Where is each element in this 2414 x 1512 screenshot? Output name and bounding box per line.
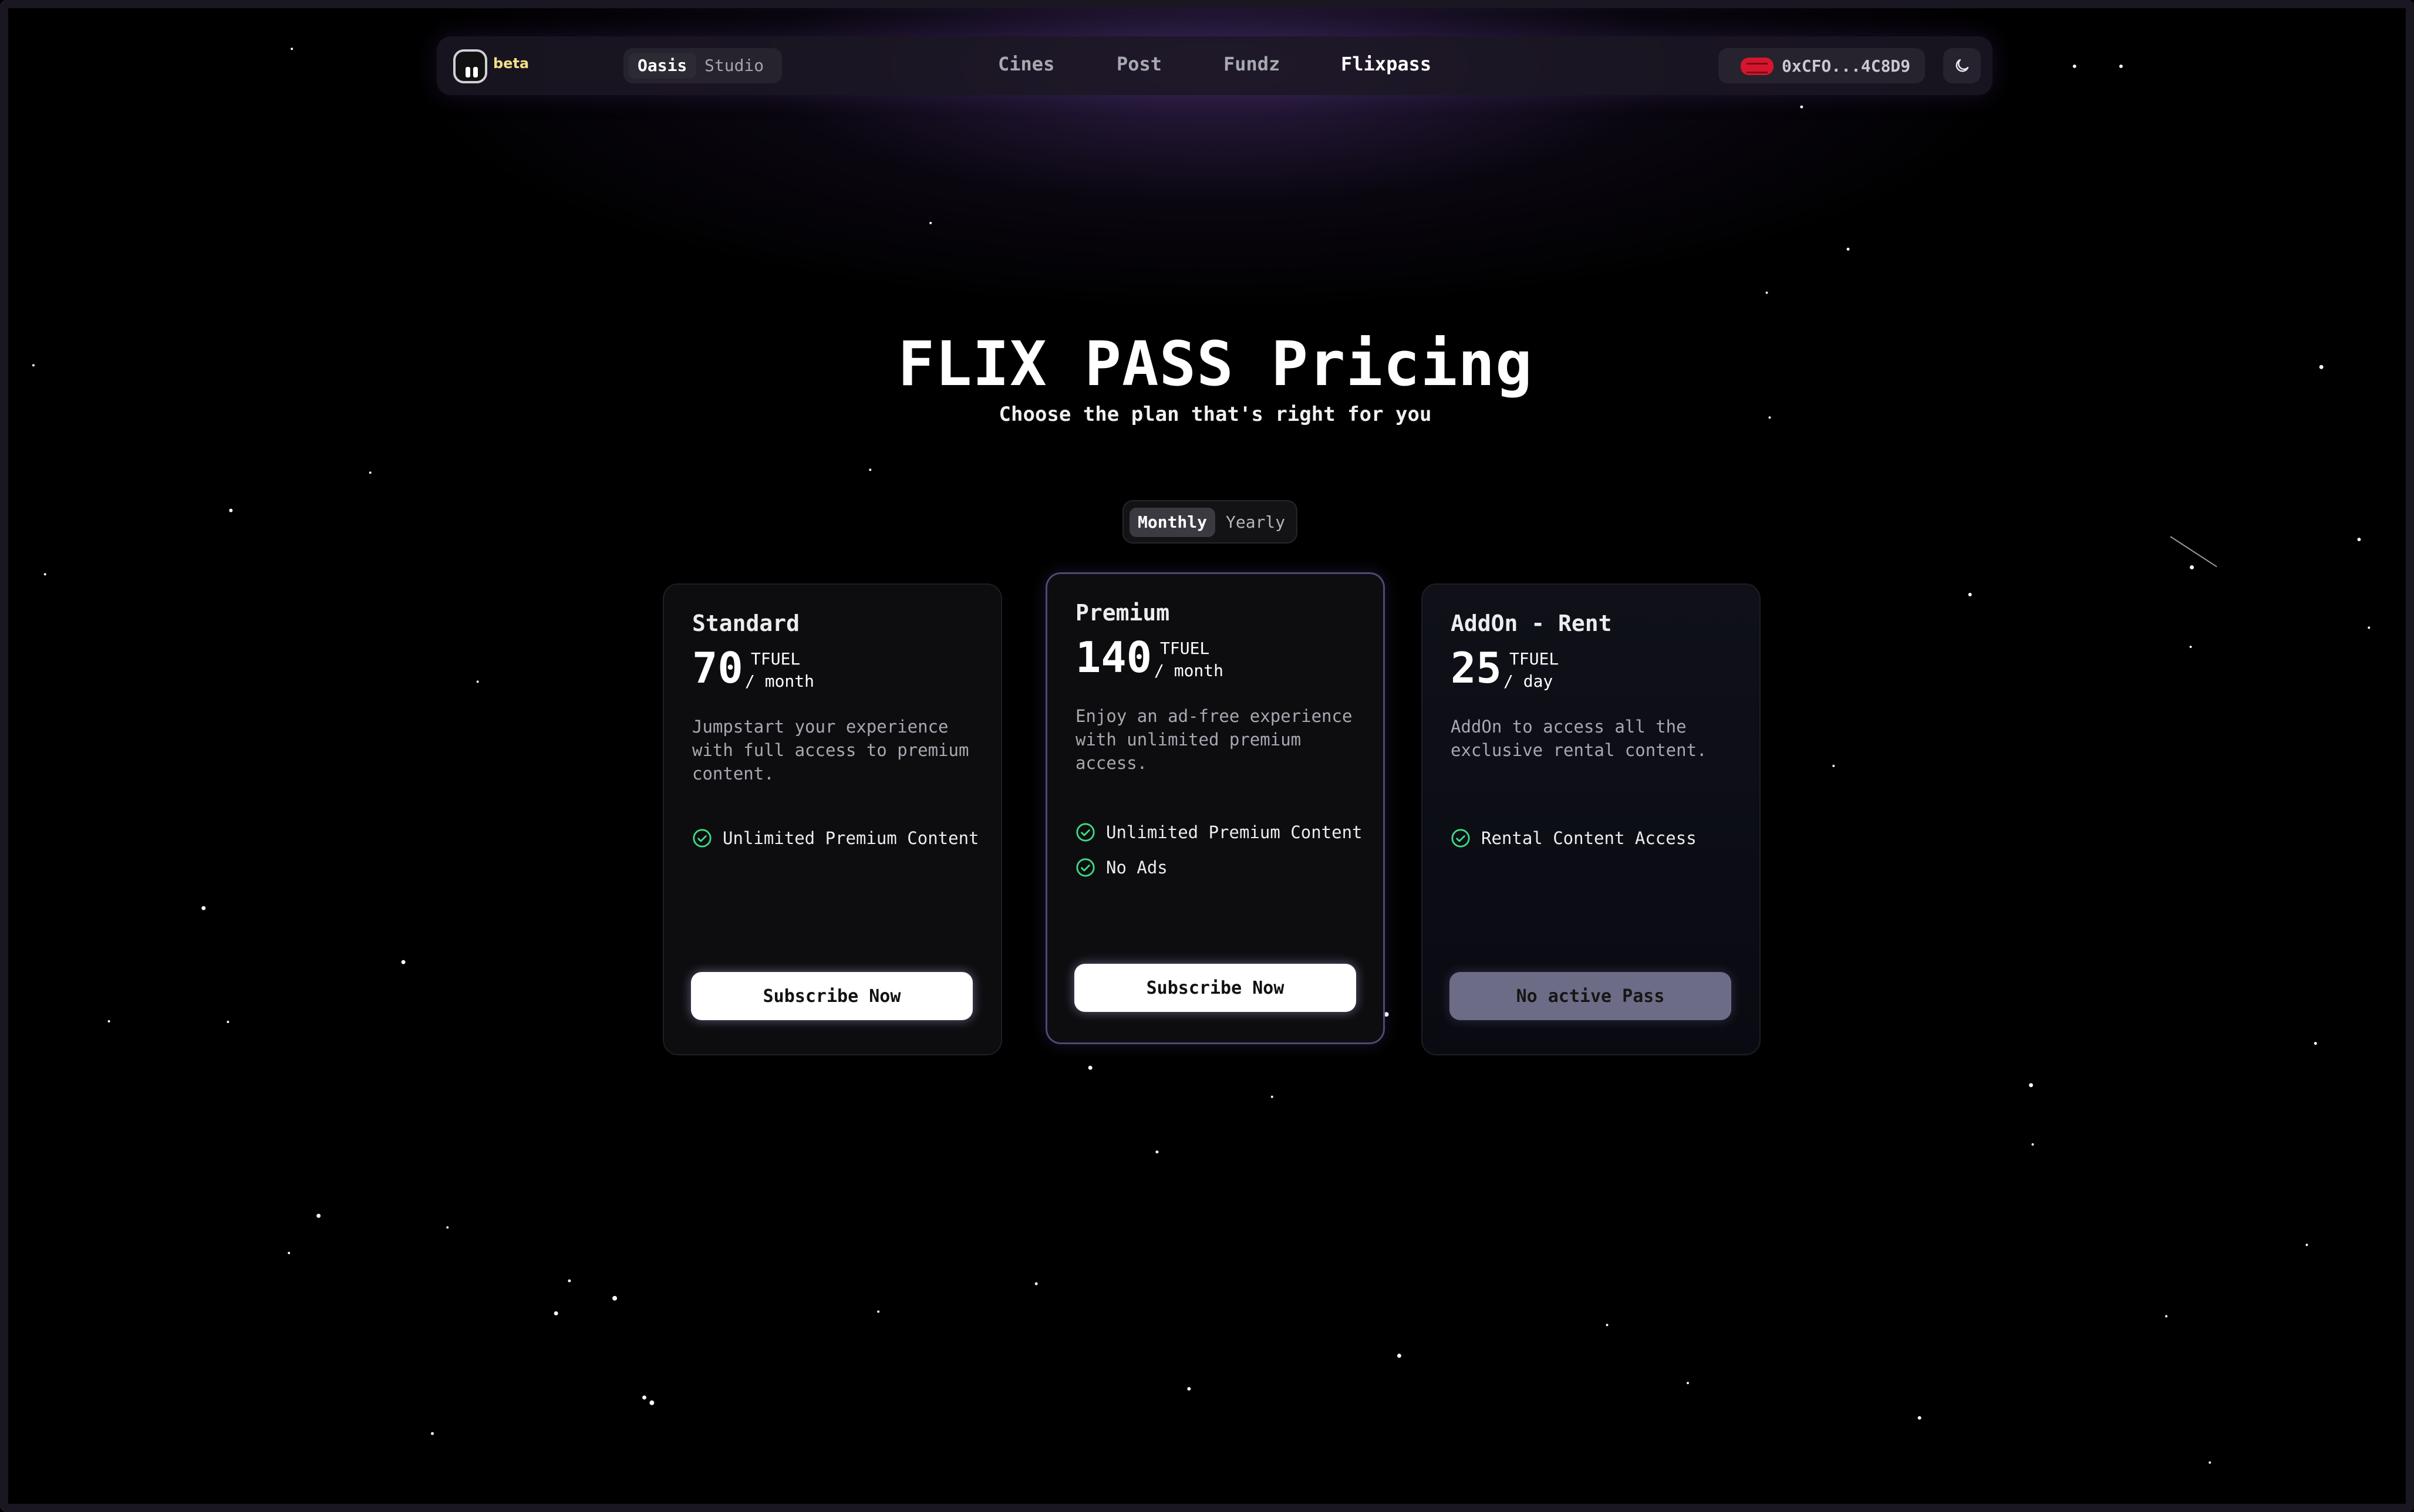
check-circle-icon [1076, 858, 1095, 877]
plan-feature: Unlimited Premium Content [692, 826, 979, 850]
mode-studio[interactable]: Studio [695, 53, 773, 79]
check-circle-icon [1451, 829, 1470, 848]
nav-link-flixpass[interactable]: Flixpass [1341, 53, 1431, 75]
plan-price: 140 [1075, 633, 1152, 682]
beta-badge: beta [493, 55, 530, 72]
app-logo[interactable] [453, 49, 487, 83]
plan-period: / day [1503, 671, 1553, 691]
plan-currency: TFUEL [751, 649, 801, 669]
plan-price: 25 [1451, 643, 1502, 693]
subscribe-standard-button[interactable]: Subscribe Now [691, 972, 973, 1020]
plan-period: / month [1154, 661, 1224, 680]
plan-feature: Unlimited Premium Content [1075, 821, 1363, 844]
wallet-token-icon [1741, 58, 1774, 75]
plan-feature: Rental Content Access [1451, 826, 1697, 850]
billing-monthly-option[interactable]: Monthly [1130, 508, 1216, 537]
plan-feature-label: Rental Content Access [1481, 828, 1697, 848]
nav-link-post[interactable]: Post [1117, 53, 1162, 75]
nav-link-cines[interactable]: Cines [998, 53, 1054, 75]
plan-card-addon-rent: AddOn - Rent 25 TFUEL / day AddOn to acc… [1421, 583, 1761, 1055]
subscribe-premium-button[interactable]: Subscribe Now [1074, 964, 1356, 1012]
plan-name: AddOn - Rent [1451, 610, 1612, 636]
nav-link-fundz[interactable]: Fundz [1223, 53, 1280, 75]
mode-switcher: Oasis Studio [623, 48, 782, 83]
billing-yearly-option[interactable]: Yearly [1218, 508, 1293, 537]
plan-currency: TFUEL [1509, 649, 1559, 669]
page-subtitle: Choose the plan that's right for you [999, 403, 1432, 426]
check-circle-icon [693, 829, 712, 848]
plan-feature: No Ads [1075, 856, 1168, 879]
plan-feature-label: No Ads [1106, 858, 1168, 878]
plan-name: Standard [692, 610, 800, 636]
plan-currency: TFUEL [1160, 639, 1210, 658]
plan-description: AddOn to access all the exclusive rental… [1451, 717, 1707, 760]
mode-oasis[interactable]: Oasis [628, 53, 697, 79]
plan-feature-label: Unlimited Premium Content [1106, 822, 1363, 842]
plan-period: / month [745, 671, 815, 691]
top-navbar: beta Oasis Studio Cines Post Fundz Flixp… [437, 36, 1992, 95]
plan-card-standard: Standard 70 TFUEL / month Jumpstart your… [663, 583, 1002, 1055]
wallet-button[interactable]: 0xCFO...4C8D9 [1718, 48, 1925, 83]
check-circle-icon [1076, 823, 1095, 842]
moon-icon [1956, 59, 1969, 72]
plan-card-premium: Premium 140 TFUEL / month Enjoy an ad-fr… [1046, 572, 1385, 1044]
plan-description: Jumpstart your experience with full acce… [692, 717, 969, 784]
plan-description: Enjoy an ad-free experience with unlimit… [1075, 706, 1353, 773]
wallet-address: 0xCFO...4C8D9 [1782, 56, 1911, 76]
app-frame: beta Oasis Studio Cines Post Fundz Flixp… [0, 0, 2414, 1512]
plan-name: Premium [1075, 600, 1170, 626]
billing-period-toggle: Monthly Yearly [1122, 500, 1297, 544]
theme-toggle-button[interactable] [1943, 48, 1981, 83]
plan-feature-label: Unlimited Premium Content [723, 828, 979, 848]
plan-price: 70 [692, 643, 743, 693]
page-title: FLIX PASS Pricing [898, 328, 1533, 400]
no-active-pass-button[interactable]: No active Pass [1449, 972, 1731, 1020]
